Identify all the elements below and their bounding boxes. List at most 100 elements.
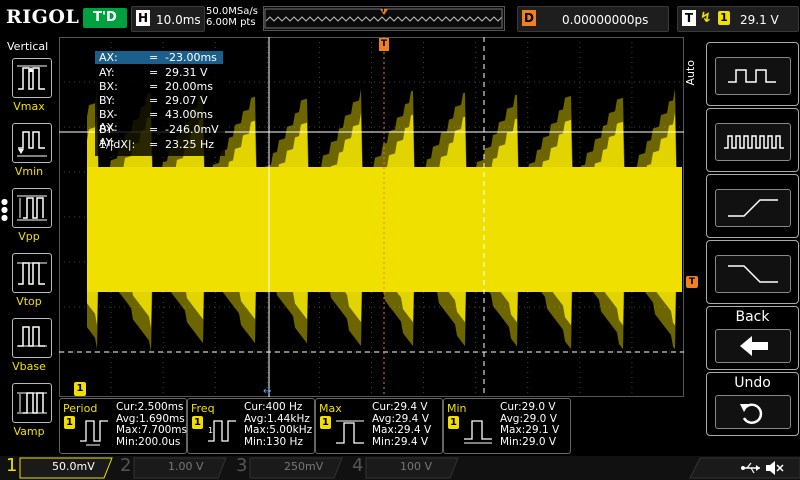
falling-edge-measure-icon [728,265,778,283]
cursor-eq: = [149,80,159,93]
pulse-train-button[interactable] [706,108,799,172]
cursor-readout-panel: AX: = -23.00ms AY: = 29.31 V BX: = 20.00… [95,50,225,156]
vbase-button[interactable] [12,318,52,358]
back-button[interactable]: Back [706,306,799,370]
delay-badge: D [522,10,536,26]
square-wave-icon [728,69,776,83]
page-dots-indicator: ● ● ● [1,197,8,222]
vtop-icon [17,262,47,285]
usb-icon [741,462,760,474]
meas-title: Freq [191,402,215,415]
cursor-value: 29.07 V [165,94,208,107]
vpp-label: Vpp [18,230,40,243]
cursor-value: 23.25 Hz [165,138,215,151]
falling-edge-button[interactable] [706,240,799,304]
meas-max: Max:29.4 V [372,424,432,436]
meas-title: Min [447,402,467,415]
square-wave-button[interactable] [706,42,799,106]
vpp-button[interactable] [12,188,52,228]
ch2-number[interactable]: 2 [120,456,131,476]
button-frame [715,123,791,161]
channel-status-bar: 1 50.0mV 2 1.00 V 3 250mV 4 100 V [0,456,800,480]
cursor-key: BY: [99,94,115,107]
cursor-position-marker[interactable]: ↔ [263,387,275,397]
measurement-max[interactable]: Max 1 Cur:29.4 V Avg:29.4 V Max:29.4 V M… [315,398,443,454]
speaker-muted-icon[interactable] [764,460,784,476]
ch1-scale[interactable]: 50.0mV [52,460,95,473]
button-frame [715,57,791,95]
trigger-status-badge[interactable]: T'D [83,8,127,28]
cursor-key: AY: [99,66,115,79]
meas-cur: Cur:2.500ms [116,401,184,413]
svg-text:1: 1 [208,426,213,435]
meas-cur: Cur:29.0 V [500,401,556,413]
measurement-period[interactable]: Period 1 Cur:2.500ms Avg:1.690ms Max:7.7… [59,398,187,454]
ch1-ground-marker[interactable]: 1 [74,382,86,396]
cursor-key: AX: [99,51,118,64]
cursor-key: 1/|dX|: [99,138,136,151]
timebase-value: 10.0ms [156,13,201,27]
vamp-icon [17,392,47,414]
measurement-freq[interactable]: Freq 1 1 Cur:400 Hz Avg:1.44kHz Max:5.00… [187,398,315,454]
button-frame [715,395,791,429]
memory-trigger-marker: T [381,6,386,14]
button-frame [715,189,791,227]
trigger-level-marker[interactable]: T [686,276,698,288]
trigger-position-marker[interactable]: T [379,38,389,51]
ch2-scale[interactable]: 1.00 V [168,460,204,473]
rising-edge-button[interactable] [706,174,799,238]
cursor-eq: = [149,138,159,151]
cursor-eq: = [149,108,159,121]
frequency-icon: 1 [208,420,236,442]
cursor-value: -23.00ms [165,51,217,64]
meas-min: Min:29.4 V [372,435,429,448]
memory-overview-bar[interactable]: T [263,6,505,31]
vertical-panel-title: Vertical [7,40,49,53]
ch4-number[interactable]: 4 [352,456,363,476]
cursor-value: 43.00ms [165,108,213,121]
rising-edge-icon: ↯ [700,10,712,26]
vamp-button[interactable] [12,383,52,423]
undo-icon [740,403,763,425]
meas-channel-badge: 1 [448,416,459,429]
vbase-icon [17,326,47,347]
ch4-scale[interactable]: 100 V [400,460,432,473]
sample-rate: 50.0MSa/s [206,6,258,17]
measurement-min[interactable]: Min 1 Cur:29.0 V Avg:29.0 V Max:29.1 V M… [443,398,571,454]
vamp-label: Vamp [13,425,45,438]
horizontal-badge: H [136,10,150,26]
undo-button[interactable]: Undo [706,372,799,436]
back-label: Back [735,309,770,325]
trigger-badge: T [682,10,696,26]
button-frame [715,255,791,293]
meas-cur: Cur:29.4 V [372,401,428,413]
vmin-button[interactable] [12,123,52,163]
undo-label: Undo [734,375,771,391]
meas-channel-badge: 1 [192,416,203,429]
cursor-key: BX: [99,80,118,93]
meas-channel-badge: 1 [64,416,75,429]
meas-min: Min:29.0 V [500,435,557,448]
delay-box[interactable]: D 0.00000000ps [517,6,669,32]
cursor-value: 29.31 V [165,66,208,79]
trigger-box[interactable]: T ↯ 1 29.1 V [677,6,799,32]
vmax-label: Vmax [13,100,45,113]
cursor-eq: = [149,123,159,136]
timebase-box[interactable]: H 10.0ms [131,6,205,32]
vmax-button[interactable] [12,58,52,98]
cursor-row-ax: AX: = -23.00ms [95,51,223,64]
ch3-number[interactable]: 3 [236,456,247,476]
vtop-button[interactable] [12,253,52,293]
meas-max: Max:29.1 V [500,424,560,436]
ch1-number[interactable]: 1 [6,456,17,476]
auto-mode-label: Auto [684,60,697,86]
brand-logo: RIGOL [6,6,80,28]
min-icon [464,420,492,444]
ch3-scale[interactable]: 250mV [284,460,323,473]
meas-values: Cur:2.500ms Avg:1.690ms Max:7.700ms Min:… [116,401,187,448]
trigger-level-value: 29.1 V [740,13,779,27]
button-frame [715,329,791,363]
meas-cur: Cur:400 Hz [244,401,303,413]
vmin-label: Vmin [14,165,44,178]
meas-title: Period [63,402,98,415]
